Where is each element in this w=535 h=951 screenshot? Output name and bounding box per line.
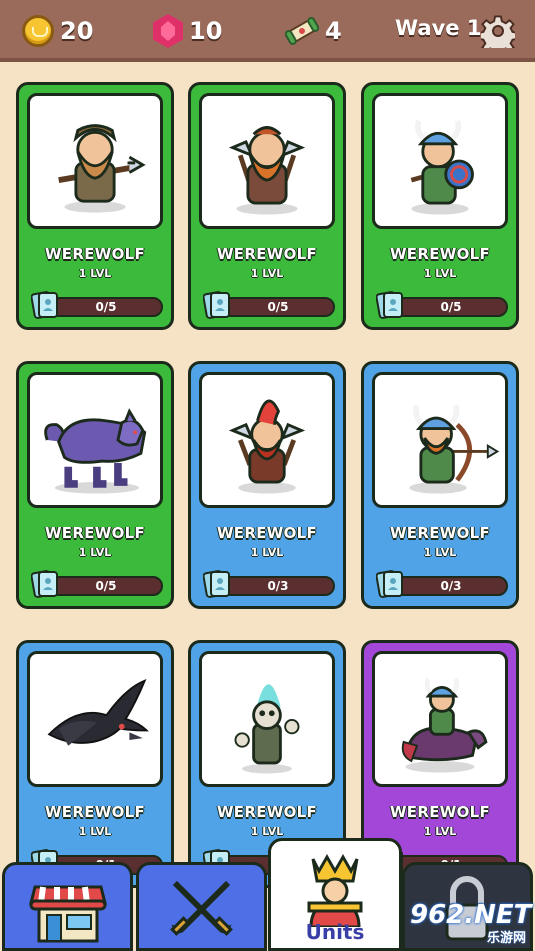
- card-progress-bar: 0/5: [49, 576, 163, 596]
- card-level: 1 LVL: [78, 546, 112, 559]
- card-level: 1 LVL: [423, 267, 457, 280]
- raven-icon: [47, 679, 149, 746]
- card-level: 1 LVL: [250, 546, 284, 559]
- mohawk-axes-icon: [228, 399, 306, 494]
- unit-portrait: [199, 372, 335, 508]
- card-stack-icon: [202, 570, 230, 598]
- unit-card-dwarf-axes[interactable]: WEREWOLF 1 LVL 0/5: [188, 82, 346, 330]
- card-name: WEREWOLF: [216, 803, 318, 821]
- wave-label: Wave 1: [395, 16, 482, 40]
- unit-portrait: [27, 372, 163, 508]
- unit-portrait: [372, 93, 508, 229]
- unit-portrait: [27, 651, 163, 787]
- shop-tab[interactable]: [2, 862, 133, 951]
- card-name: WEREWOLF: [389, 803, 491, 821]
- card-name: WEREWOLF: [216, 524, 318, 542]
- card-name: WEREWOLF: [389, 245, 491, 263]
- viking-archer-icon: [409, 404, 500, 494]
- settings-gear-icon[interactable]: [481, 14, 515, 48]
- coin-counter: 20: [22, 10, 93, 52]
- unit-card-raven[interactable]: WEREWOLF 1 LVL 0/1: [16, 640, 174, 888]
- card-progress-text: 0/5: [95, 579, 117, 593]
- card-progress-text: 0/5: [440, 300, 462, 314]
- card-stack-icon: [30, 570, 58, 598]
- card-stack-badge: [202, 289, 231, 321]
- card-progress-text: 0/5: [267, 300, 289, 314]
- wolf-rider-icon: [401, 677, 488, 773]
- card-progress-bar: 0/5: [394, 297, 508, 317]
- card-progress-bar: 0/3: [221, 576, 335, 596]
- card-level: 1 LVL: [423, 825, 457, 838]
- coin-count: 20: [60, 17, 94, 45]
- coin-icon: [22, 15, 54, 47]
- card-level: 1 LVL: [423, 546, 457, 559]
- card-name: WEREWOLF: [44, 524, 146, 542]
- crossed-swords-icon: [170, 880, 233, 936]
- scroll-count: 4: [325, 17, 342, 45]
- unit-card-mohawk-axes[interactable]: WEREWOLF 1 LVL 0/3: [188, 361, 346, 609]
- viking-shield-icon: [410, 119, 474, 215]
- unit-portrait: [199, 651, 335, 787]
- card-name: WEREWOLF: [44, 245, 146, 263]
- gem-counter: 10: [153, 10, 222, 52]
- units-tab[interactable]: Units: [268, 838, 402, 951]
- unit-portrait: [372, 372, 508, 508]
- card-stack-icon: [30, 291, 58, 319]
- ghost-icon: [234, 684, 300, 774]
- unit-portrait: [199, 93, 335, 229]
- gem-count: 10: [189, 17, 223, 45]
- unit-card-werewolf[interactable]: WEREWOLF 1 LVL 0/5: [16, 361, 174, 609]
- card-level: 1 LVL: [78, 825, 112, 838]
- watermark-brand: 962.NET: [410, 900, 532, 930]
- card-stack-icon: [375, 291, 403, 319]
- unit-portrait: [27, 93, 163, 229]
- card-level: 1 LVL: [250, 825, 284, 838]
- card-name: WEREWOLF: [389, 524, 491, 542]
- gem-icon: [153, 14, 183, 48]
- card-stack-badge: [202, 568, 231, 600]
- top-resource-bar: 20 10 4 Wave 1: [0, 0, 535, 62]
- card-stack-badge: [375, 568, 404, 600]
- card-stack-badge: [30, 568, 59, 600]
- watermark-sub: 乐游网: [486, 931, 526, 946]
- dwarf-spear-icon: [58, 124, 146, 213]
- dwarf-axes-icon: [228, 126, 306, 215]
- scroll-icon: [285, 17, 319, 45]
- unit-card-dwarf-spear[interactable]: WEREWOLF 1 LVL 0/5: [16, 82, 174, 330]
- battle-tab[interactable]: [136, 862, 267, 951]
- unit-card-viking-archer[interactable]: WEREWOLF 1 LVL 0/3: [361, 361, 519, 609]
- card-progress-text: 0/5: [95, 300, 117, 314]
- card-progress-bar: 0/3: [394, 576, 508, 596]
- card-progress-bar: 0/5: [221, 297, 335, 317]
- watermark-logo: 962.NET 乐游网: [404, 900, 532, 946]
- unit-card-viking-shield[interactable]: WEREWOLF 1 LVL 0/5: [361, 82, 519, 330]
- unit-portrait: [372, 651, 508, 787]
- card-stack-icon: [202, 291, 230, 319]
- card-stack-badge: [375, 289, 404, 321]
- werewolf-icon: [44, 408, 147, 494]
- card-progress-bar: 0/5: [49, 297, 163, 317]
- card-level: 1 LVL: [78, 267, 112, 280]
- shop-icon: [29, 885, 107, 943]
- units-tab-label: Units: [305, 920, 365, 944]
- card-level: 1 LVL: [250, 267, 284, 280]
- scroll-counter: 4: [285, 10, 342, 52]
- card-name: WEREWOLF: [44, 803, 146, 821]
- card-name: WEREWOLF: [216, 245, 318, 263]
- card-progress-text: 0/3: [267, 579, 289, 593]
- crown-king-icon: [307, 853, 363, 927]
- card-progress-text: 0/3: [440, 579, 462, 593]
- card-stack-icon: [375, 570, 403, 598]
- card-stack-badge: [30, 289, 59, 321]
